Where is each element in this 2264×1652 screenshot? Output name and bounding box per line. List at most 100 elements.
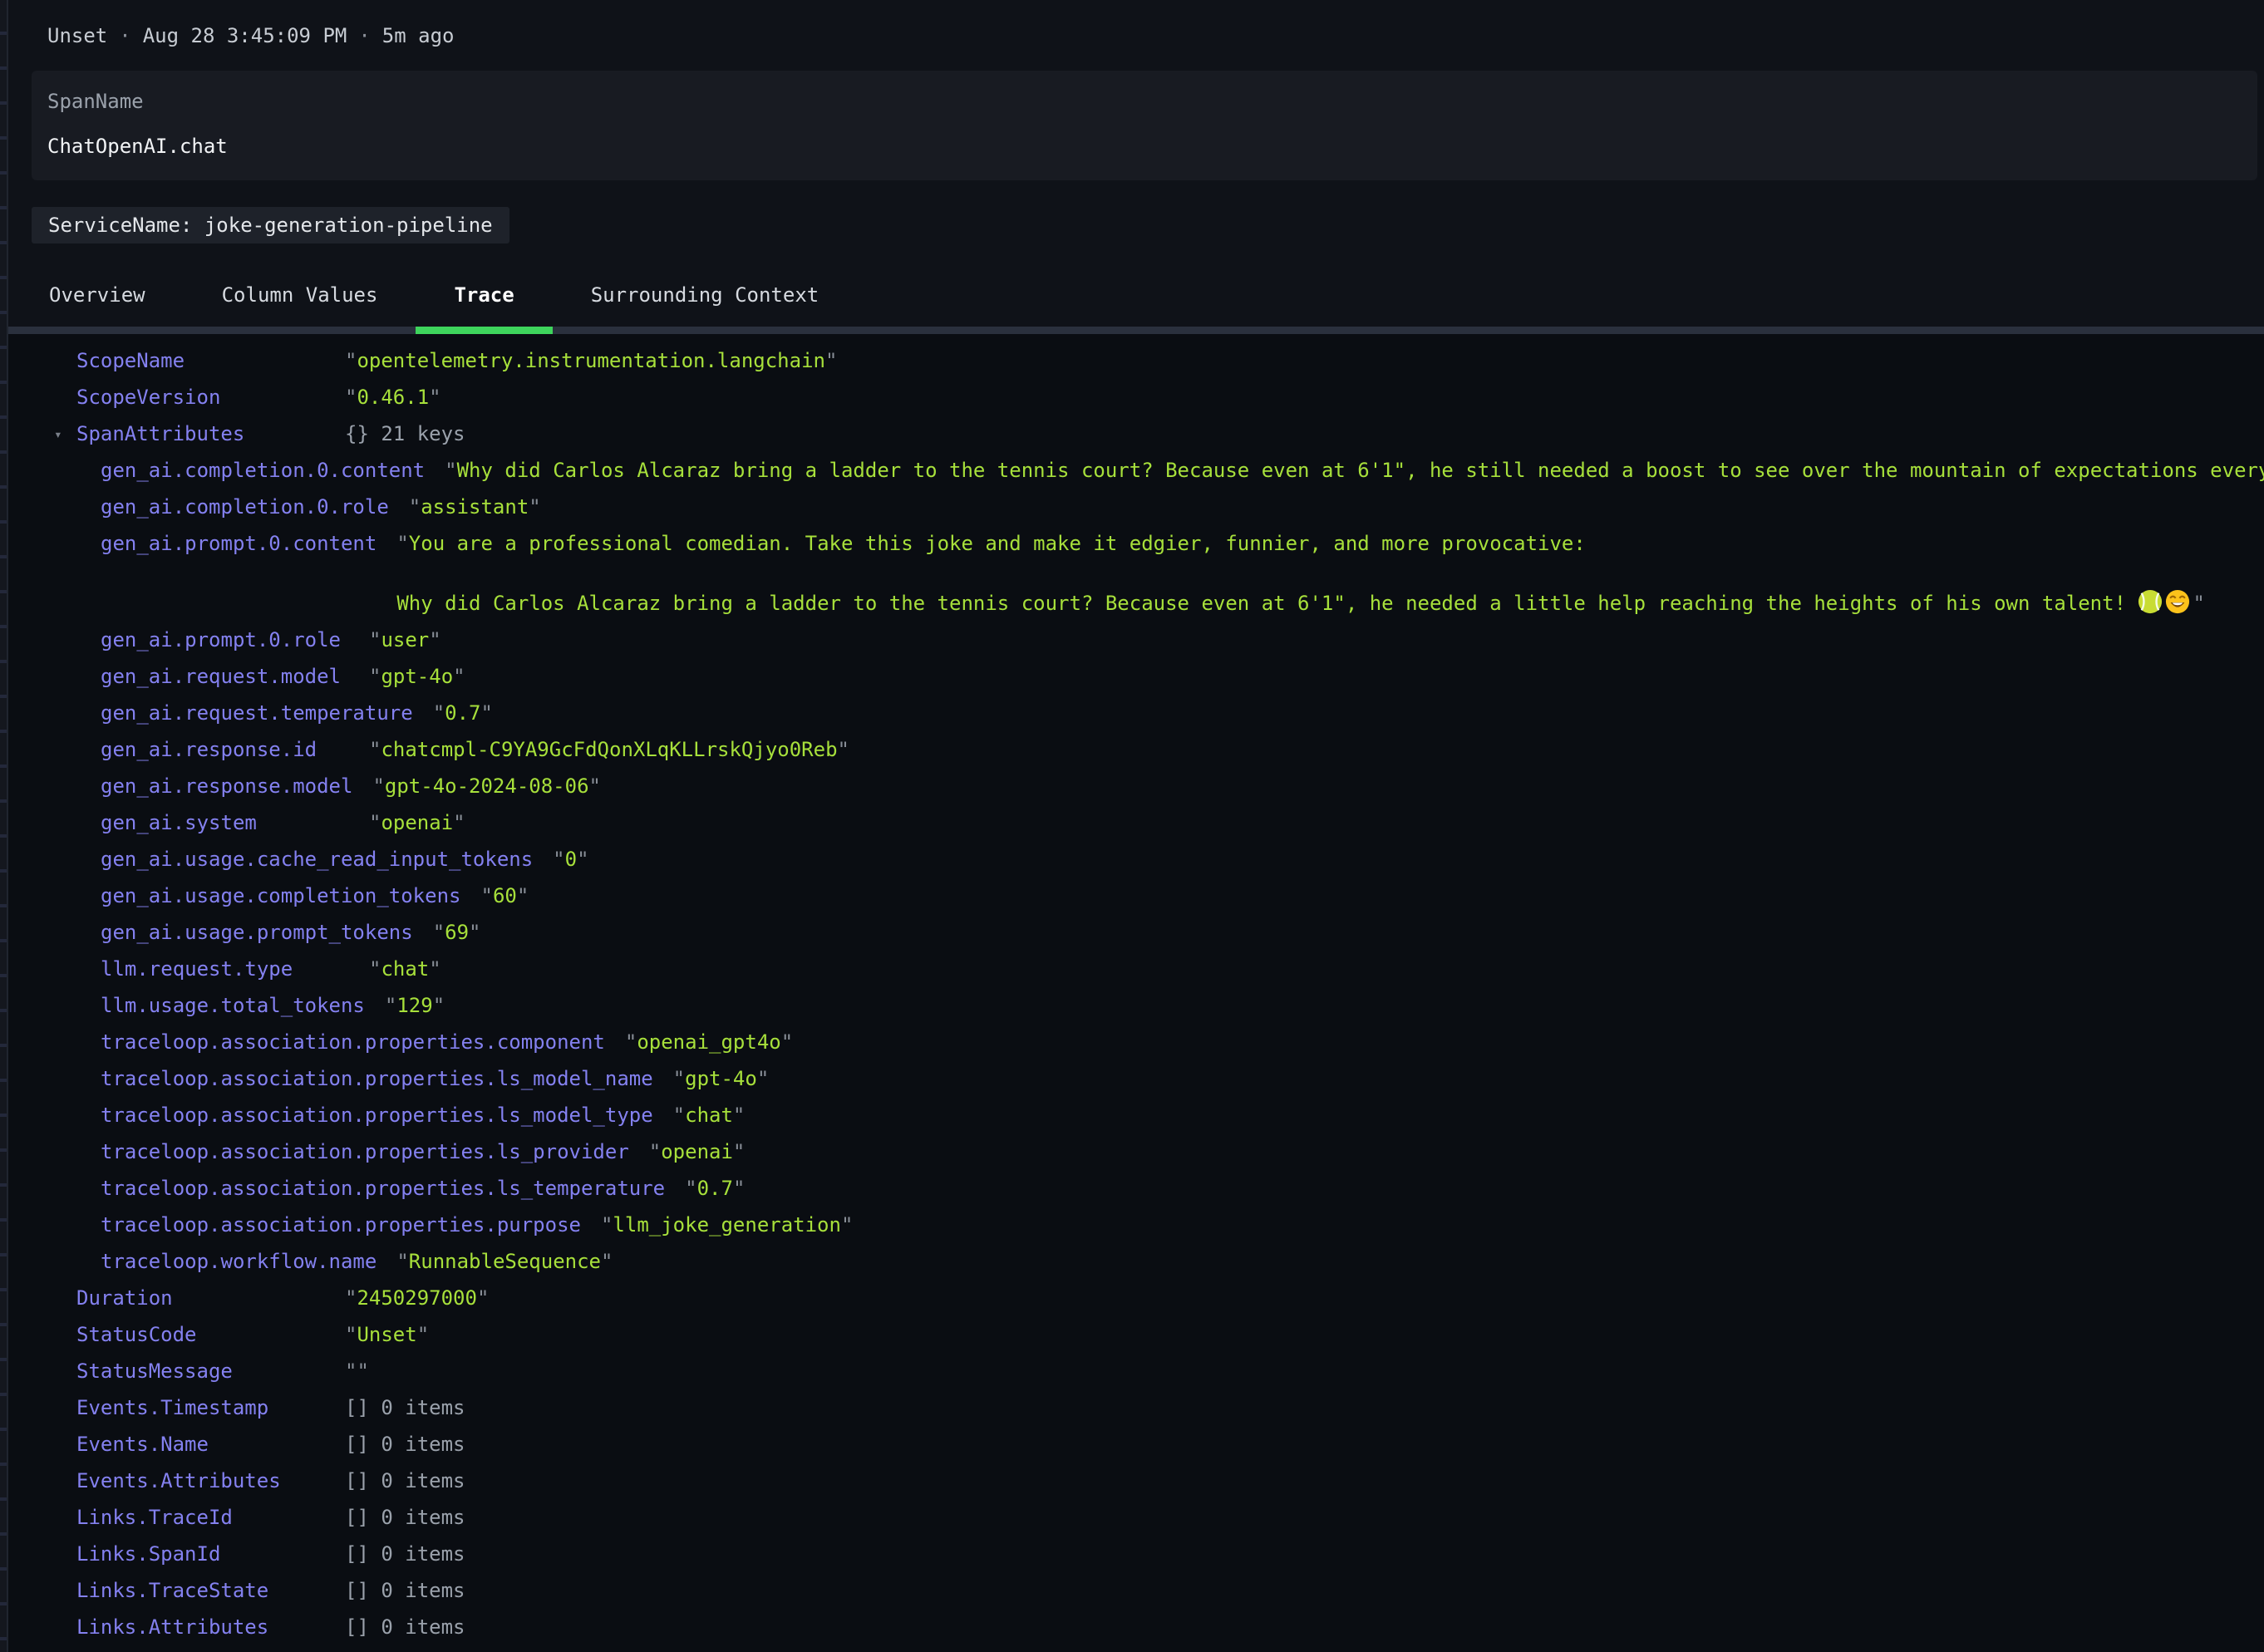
attr-key: traceloop.association.properties.ls_mode…	[101, 1100, 673, 1130]
attr-key: llm.usage.total_tokens	[101, 991, 385, 1020]
tree-row: gen_ai.usage.prompt_tokens 69	[8, 917, 2264, 947]
tree-row: ScopeName opentelemetry.instrumentation.…	[8, 346, 2264, 376]
attr-key: traceloop.association.properties.compone…	[101, 1027, 625, 1057]
tree-row: llm.request.type chat	[8, 954, 2264, 984]
span-name-label: SpanName	[47, 89, 2241, 114]
attr-value: chatcmpl-C9YA9GcFdQonXLqKLLrskQjyo0Reb	[369, 735, 849, 765]
attr-value: openai	[649, 1137, 746, 1167]
tree-row: traceloop.association.properties.purpose…	[8, 1210, 2264, 1240]
attr-key: ScopeName	[76, 346, 345, 376]
attr-key: traceloop.association.properties.ls_prov…	[101, 1137, 649, 1167]
attr-value: You are a professional comedian. Take th…	[396, 529, 2264, 618]
attr-key: Links.TraceId	[76, 1502, 345, 1532]
tree-row: Events.Timestamp [] 0 items	[8, 1393, 2264, 1423]
attr-meta: [] 0 items	[345, 1539, 465, 1569]
tree-row: Links.TraceState [] 0 items	[8, 1576, 2264, 1605]
tree-row: gen_ai.response.model gpt-4o-2024-08-06	[8, 771, 2264, 801]
attr-key: Events.Timestamp	[76, 1393, 345, 1423]
tree-row: gen_ai.usage.completion_tokens 60	[8, 881, 2264, 911]
attr-key: StatusMessage	[76, 1356, 345, 1386]
tree-row: Events.Name [] 0 items	[8, 1429, 2264, 1459]
tree-row: llm.usage.total_tokens 129	[8, 991, 2264, 1020]
attr-key: gen_ai.request.temperature	[101, 698, 433, 728]
tree-row: traceloop.workflow.name RunnableSequence	[8, 1246, 2264, 1276]
attr-meta: [] 0 items	[345, 1612, 465, 1642]
attr-key: llm.request.type	[101, 954, 369, 984]
attr-key: gen_ai.usage.completion_tokens	[101, 881, 480, 911]
attr-value: chat	[673, 1100, 746, 1130]
collapse-toggle-icon[interactable]: ▾	[54, 420, 62, 450]
attr-value: RunnableSequence	[396, 1246, 613, 1276]
relative-time: 5m ago	[382, 24, 455, 47]
tree-row: traceloop.association.properties.ls_prov…	[8, 1137, 2264, 1167]
tree-row: gen_ai.system openai	[8, 808, 2264, 838]
attr-key: gen_ai.prompt.0.role	[101, 625, 369, 655]
tree-row: traceloop.association.properties.ls_mode…	[8, 1064, 2264, 1094]
attr-key: traceloop.association.properties.ls_mode…	[101, 1064, 673, 1094]
tree-row: StatusCode Unset	[8, 1320, 2264, 1350]
attr-value: Why did Carlos Alcaraz bring a ladder to…	[445, 455, 2264, 485]
service-name-badge[interactable]: ServiceName: joke-generation-pipeline	[32, 207, 509, 243]
tree-row-span-attributes: ▾SpanAttributes {} 21 keys	[8, 419, 2264, 449]
attr-key: gen_ai.system	[101, 808, 369, 838]
tree-row: traceloop.association.properties.ls_mode…	[8, 1100, 2264, 1130]
tree-row: gen_ai.prompt.0.role user	[8, 625, 2264, 655]
span-status-header: Unset·Aug 28 3:45:09 PM·5m ago	[8, 0, 2264, 71]
tree-row: Duration 2450297000	[8, 1283, 2264, 1313]
attr-meta: [] 0 items	[345, 1429, 465, 1459]
tree-row: gen_ai.completion.0.role assistant	[8, 492, 2264, 522]
attr-value: gpt-4o-2024-08-06	[372, 771, 601, 801]
tab-overview[interactable]: Overview	[11, 265, 184, 327]
attr-key: gen_ai.usage.prompt_tokens	[101, 917, 433, 947]
tree-row: Links.TraceId [] 0 items	[8, 1502, 2264, 1532]
span-name-card: SpanName ChatOpenAI.chat	[32, 71, 2257, 180]
tree-row: traceloop.association.properties.ls_temp…	[8, 1173, 2264, 1203]
attr-value: assistant	[409, 492, 541, 522]
tab-surrounding-context[interactable]: Surrounding Context	[553, 265, 858, 327]
attr-key: Events.Name	[76, 1429, 345, 1459]
attr-key: ScopeVersion	[76, 382, 345, 412]
tree-row: Links.Attributes [] 0 items	[8, 1612, 2264, 1642]
attr-key: gen_ai.response.model	[101, 771, 372, 801]
attr-value: user	[369, 625, 441, 655]
tree-row: gen_ai.usage.cache_read_input_tokens 0	[8, 844, 2264, 874]
attr-key: gen_ai.completion.0.content	[101, 455, 445, 485]
tree-row: gen_ai.response.id chatcmpl-C9YA9GcFdQon…	[8, 735, 2264, 765]
attr-value: 60	[480, 881, 529, 911]
tree-row: StatusMessage	[8, 1356, 2264, 1386]
attr-value	[345, 1356, 369, 1386]
tree-row: gen_ai.request.model gpt-4o	[8, 661, 2264, 691]
attr-meta: [] 0 items	[345, 1576, 465, 1605]
tree-row: ScopeVersion 0.46.1	[8, 382, 2264, 412]
attr-value: 0.46.1	[345, 382, 441, 412]
attr-value: 69	[433, 917, 481, 947]
attr-value: 0.7	[433, 698, 493, 728]
service-name-badge-value: joke-generation-pipeline	[204, 214, 493, 237]
timestamp: Aug 28 3:45:09 PM	[143, 24, 347, 47]
details-tab-bar: Overview Column Values Trace Surrounding…	[8, 265, 2264, 334]
dot-separator: ·	[358, 24, 370, 47]
underlying-page-sliver	[0, 0, 8, 1652]
attr-value: Unset	[345, 1320, 429, 1350]
attr-value: 129	[385, 991, 445, 1020]
tab-column-values[interactable]: Column Values	[184, 265, 416, 327]
attr-value: gpt-4o	[673, 1064, 770, 1094]
attr-key: Events.Attributes	[76, 1466, 345, 1496]
attr-value: gpt-4o	[369, 661, 465, 691]
tennis-ball-emoji	[2138, 589, 2163, 614]
span-details-drawer: Unset·Aug 28 3:45:09 PM·5m ago SpanName …	[8, 0, 2264, 1652]
attr-key: gen_ai.usage.cache_read_input_tokens	[101, 844, 553, 874]
attr-value: 2450297000	[345, 1283, 489, 1313]
attr-value: 0.7	[685, 1173, 745, 1203]
attr-key: gen_ai.request.model	[101, 661, 369, 691]
attr-value: chat	[369, 954, 441, 984]
tab-trace[interactable]: Trace	[416, 265, 552, 327]
tree-row: gen_ai.completion.0.content Why did Carl…	[8, 455, 2264, 485]
tree-row: gen_ai.prompt.0.content You are a profes…	[8, 529, 2264, 618]
span-name-value: ChatOpenAI.chat	[47, 134, 2241, 159]
tree-row: Events.Attributes [] 0 items	[8, 1466, 2264, 1496]
attr-key: StatusCode	[76, 1320, 345, 1350]
attr-key: ▾SpanAttributes	[76, 419, 345, 449]
attr-key: gen_ai.response.id	[101, 735, 369, 765]
attr-key: gen_ai.completion.0.role	[101, 492, 409, 522]
